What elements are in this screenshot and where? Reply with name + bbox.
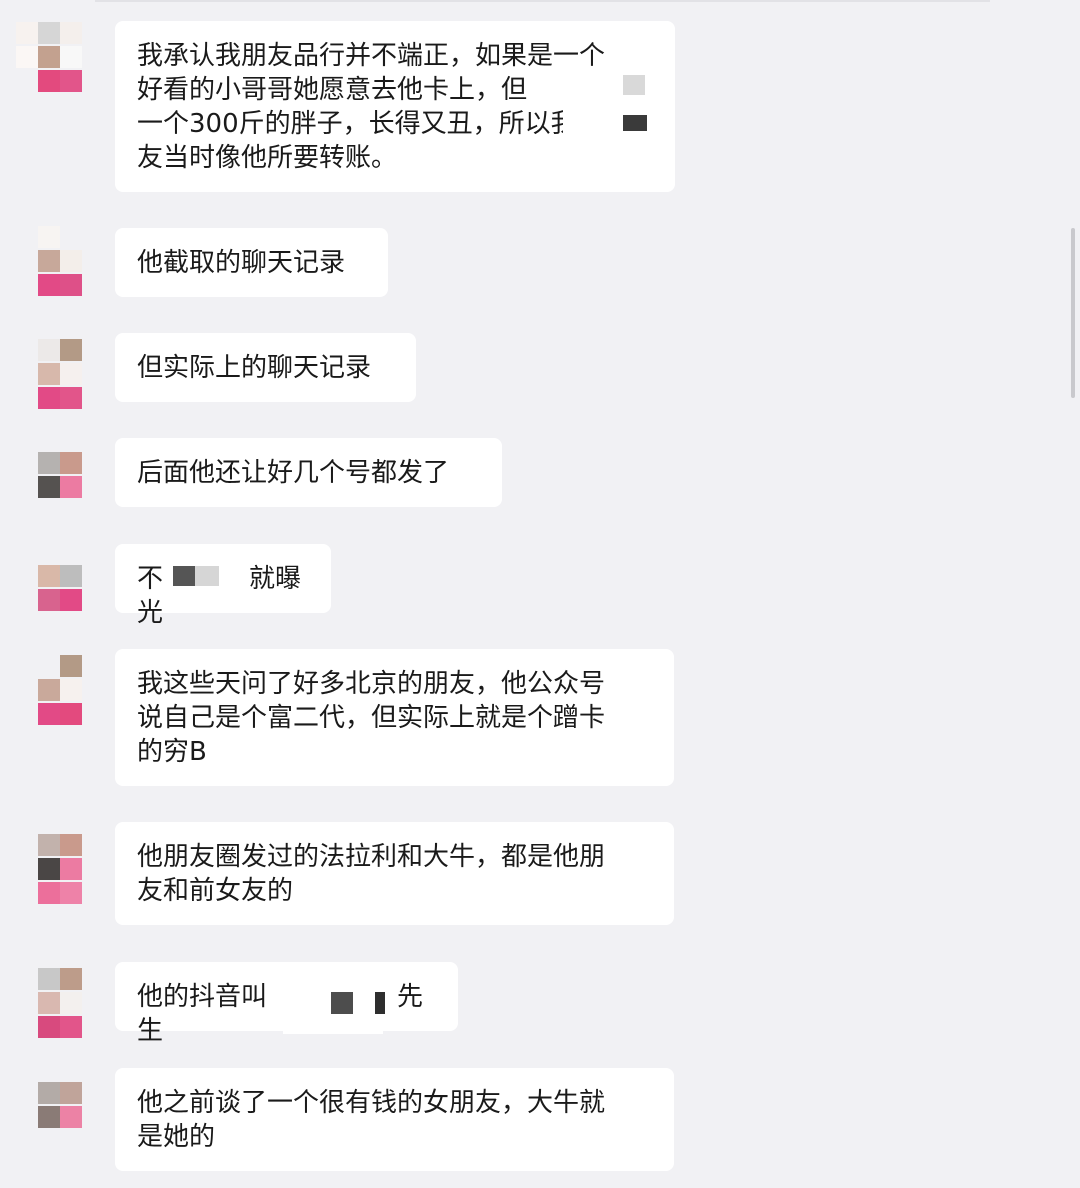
sender-avatar[interactable]: [16, 968, 84, 1040]
sender-avatar[interactable]: [16, 22, 84, 94]
message-line: 友和前女友的: [137, 876, 294, 906]
message-bubble[interactable]: 但实际上的聊天记录: [115, 333, 416, 402]
sender-avatar[interactable]: [16, 339, 84, 411]
sender-avatar[interactable]: [16, 226, 84, 298]
sender-avatar[interactable]: [16, 1082, 84, 1154]
message-line: 是她的: [137, 1122, 216, 1152]
message-line: 友当时像他所要转账。: [137, 143, 398, 173]
message-line: 我承认我朋友品行并不端正，如果是一个: [137, 41, 606, 71]
message-line: 说自己是个富二代，但实际上就是个蹭卡: [137, 703, 606, 733]
mosaic-redaction: [173, 566, 195, 586]
message-line: 他朋友圈发过的法拉利和大牛，都是他朋: [137, 842, 606, 872]
message-bubble[interactable]: 他朋友圈发过的法拉利和大牛，都是他朋 友和前女友的: [115, 822, 674, 925]
message-line: 他之前谈了一个很有钱的女朋友，大牛就: [137, 1088, 606, 1118]
message-text-part: 不: [137, 564, 164, 594]
message-bubble[interactable]: 他的抖音叫 先生: [115, 962, 458, 1046]
sender-avatar[interactable]: [16, 565, 84, 637]
message-bubble[interactable]: 我承认我朋友品行并不端正，如果是一个 好看的小哥哥她愿意去他卡上，但 一个300…: [115, 21, 675, 192]
mosaic-redaction: [623, 75, 645, 95]
mosaic-redaction: [195, 566, 219, 586]
message-line: 的穷B: [137, 737, 207, 767]
message-bubble[interactable]: 后面他还让好几个号都发了: [115, 438, 502, 507]
message-line: 他截取的聊天记录: [137, 248, 346, 278]
sender-avatar[interactable]: [16, 655, 84, 727]
mosaic-redaction: [623, 115, 647, 131]
message-text-part: 他的抖音叫: [137, 982, 268, 1012]
message-bubble[interactable]: 我这些天问了好多北京的朋友，他公众号 说自己是个富二代，但实际上就是个蹭卡 的穷…: [115, 649, 674, 786]
message-bubble[interactable]: 不就曝光: [115, 544, 331, 628]
scrollbar[interactable]: [1071, 228, 1075, 398]
message-line: 但实际上的聊天记录: [137, 353, 372, 383]
mosaic-redaction: [331, 992, 353, 1014]
message-line: 我这些天问了好多北京的朋友，他公众号: [137, 669, 606, 699]
top-divider: [95, 0, 990, 2]
message-line: 后面他还让好几个号都发了: [137, 458, 450, 488]
sender-avatar[interactable]: [16, 452, 84, 524]
message-bubble[interactable]: 他截取的聊天记录: [115, 228, 388, 297]
mosaic-redaction: [375, 992, 385, 1014]
mosaic-redaction: [563, 75, 663, 139]
message-bubble[interactable]: 他之前谈了一个很有钱的女朋友，大牛就 是她的: [115, 1068, 674, 1171]
sender-avatar[interactable]: [16, 834, 84, 906]
